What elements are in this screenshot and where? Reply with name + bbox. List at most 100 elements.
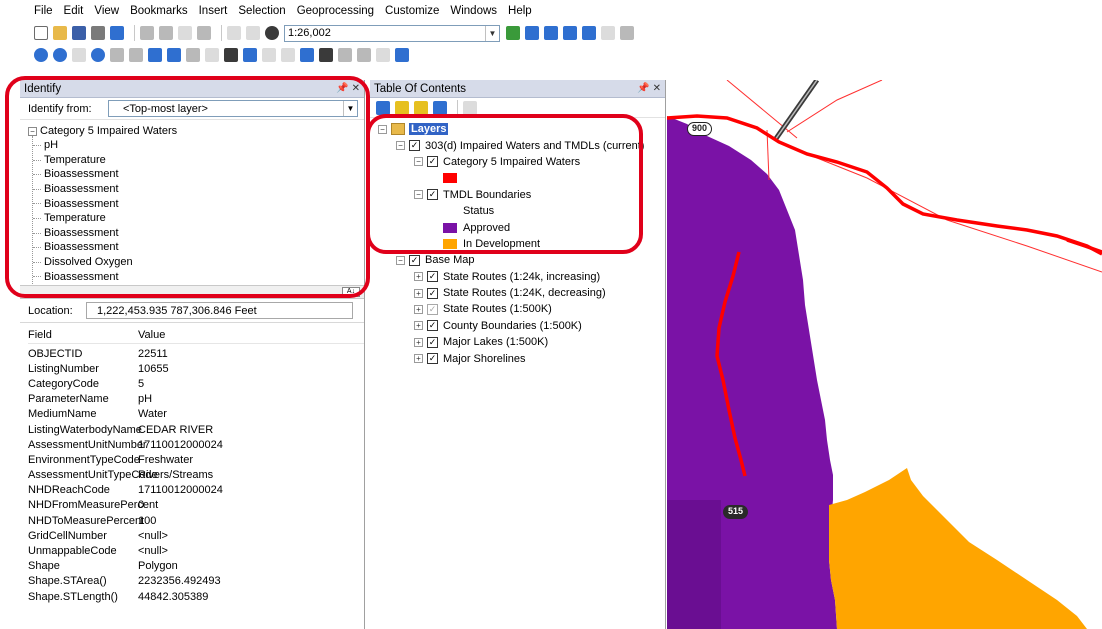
- attribute-row[interactable]: NHDToMeasurePercent 100: [28, 513, 364, 528]
- layer-checkbox[interactable]: ✓: [427, 287, 438, 299]
- expand-icon[interactable]: +: [414, 288, 423, 298]
- paste-icon[interactable]: [178, 26, 192, 40]
- attribute-row[interactable]: ParameterName pH: [28, 392, 364, 407]
- copy-icon[interactable]: [159, 26, 173, 40]
- location-value[interactable]: 1,222,453.935 787,306.846 Feet: [86, 302, 353, 319]
- toc-group-impaired-waters[interactable]: − ✓ 303(d) Impaired Waters and TMDLs (cu…: [370, 137, 665, 153]
- in-development-polygon[interactable]: [829, 468, 1087, 629]
- menu-item-insert[interactable]: Insert: [199, 5, 228, 17]
- menu-item-help[interactable]: Help: [508, 5, 532, 17]
- menu-item-customize[interactable]: Customize: [385, 5, 439, 17]
- attribute-row[interactable]: ListingWaterbodyName CEDAR RIVER: [28, 422, 364, 437]
- expand-icon[interactable]: +: [414, 304, 423, 314]
- expand-icon[interactable]: +: [414, 321, 423, 331]
- identify-icon[interactable]: [243, 48, 257, 62]
- scale-select[interactable]: 1:26,002 ▼: [284, 24, 500, 42]
- fixed-zoom-in-icon[interactable]: [110, 48, 124, 62]
- python-icon[interactable]: [601, 26, 615, 40]
- menu-item-bookmarks[interactable]: Bookmarks: [130, 5, 188, 17]
- attribute-row[interactable]: NHDFromMeasurePercent 0: [28, 498, 364, 513]
- tree-item[interactable]: Bioassessment: [28, 196, 364, 211]
- pin-icon[interactable]: 📌 ✕: [637, 83, 661, 94]
- tree-item[interactable]: Bioassessment: [28, 167, 364, 182]
- panel-splitter[interactable]: A↓: [20, 285, 364, 299]
- layer-checkbox[interactable]: ✓: [409, 254, 420, 266]
- sort-icon[interactable]: A↓: [342, 287, 360, 297]
- layer-checkbox[interactable]: ✓: [427, 156, 438, 168]
- tree-item[interactable]: Temperature: [28, 211, 364, 226]
- search-window-icon[interactable]: [563, 26, 577, 40]
- collapse-icon[interactable]: −: [28, 126, 37, 136]
- map-canvas[interactable]: [667, 80, 1102, 629]
- menu-item-selection[interactable]: Selection: [238, 5, 285, 17]
- map-view[interactable]: 900 515: [667, 80, 1102, 629]
- tree-item[interactable]: Bioassessment: [28, 226, 364, 241]
- delete-icon[interactable]: [197, 26, 211, 40]
- toc-base-layer[interactable]: + ✓ County Boundaries (1:500K): [370, 318, 665, 334]
- fixed-zoom-out-icon[interactable]: [129, 48, 143, 62]
- menu-item-view[interactable]: View: [94, 5, 119, 17]
- pan-icon[interactable]: [72, 48, 86, 62]
- list-by-visibility-icon[interactable]: [414, 100, 428, 115]
- editor-icon[interactable]: [506, 26, 520, 40]
- time-slider-icon[interactable]: [376, 48, 390, 62]
- toc-layer-category5[interactable]: − ✓ Category 5 Impaired Waters: [370, 154, 665, 170]
- measure-icon[interactable]: [300, 48, 314, 62]
- redo-icon[interactable]: [246, 26, 260, 40]
- diamond-icon[interactable]: [110, 26, 124, 40]
- attribute-row[interactable]: OBJECTID 22511: [28, 346, 364, 361]
- collapse-icon[interactable]: −: [378, 124, 387, 134]
- tree-item[interactable]: pH: [28, 138, 364, 153]
- list-by-drawing-order-icon[interactable]: [376, 100, 390, 115]
- hyperlink-icon[interactable]: [262, 48, 276, 62]
- toc-group-base-map[interactable]: − ✓ Base Map: [370, 252, 665, 268]
- select-elements-icon[interactable]: [224, 48, 238, 62]
- toc-base-layer[interactable]: + ✓ State Routes (1:24k, increasing): [370, 269, 665, 285]
- table-icon[interactable]: [525, 26, 539, 40]
- menu-item-geoprocessing[interactable]: Geoprocessing: [297, 5, 374, 17]
- tree-item[interactable]: Dissolved Oxygen: [28, 255, 364, 270]
- attribute-row[interactable]: CategoryCode 5: [28, 376, 364, 391]
- forward-extent-icon[interactable]: [167, 48, 181, 62]
- attribute-row[interactable]: GridCellNumber <null>: [28, 528, 364, 543]
- expand-icon[interactable]: +: [414, 354, 423, 364]
- expand-icon[interactable]: +: [414, 337, 423, 347]
- zoom-in-icon[interactable]: [34, 48, 48, 62]
- catalog-icon[interactable]: [544, 26, 558, 40]
- layer-checkbox[interactable]: ✓: [427, 353, 438, 365]
- toc-base-layer[interactable]: + ✓ Major Lakes (1:500K): [370, 334, 665, 350]
- collapse-icon[interactable]: −: [414, 190, 423, 200]
- layer-checkbox[interactable]: ✓: [427, 320, 438, 332]
- attribute-row[interactable]: Shape Polygon: [28, 559, 364, 574]
- pin-icon[interactable]: 📌 ✕: [336, 83, 360, 94]
- create-viewer-icon[interactable]: [395, 48, 409, 62]
- attribute-row[interactable]: NHDReachCode 17110012000024: [28, 483, 364, 498]
- attribute-row[interactable]: EnvironmentTypeCode Freshwater: [28, 452, 364, 467]
- chevron-down-icon[interactable]: ▼: [343, 101, 357, 116]
- toc-base-layer[interactable]: + ✓ Major Shorelines: [370, 350, 665, 366]
- collapse-icon[interactable]: −: [414, 157, 423, 167]
- toc-base-layer[interactable]: + ✓ State Routes (1:24K, decreasing): [370, 285, 665, 301]
- attribute-row[interactable]: ListingNumber 10655: [28, 361, 364, 376]
- html-popup-icon[interactable]: [281, 48, 295, 62]
- attribute-row[interactable]: Shape.STArea() 2232356.492493: [28, 574, 364, 589]
- toc-base-layer[interactable]: + ✓ State Routes (1:500K): [370, 301, 665, 317]
- go-to-xy-icon[interactable]: [357, 48, 371, 62]
- menu-item-edit[interactable]: Edit: [64, 5, 84, 17]
- expand-icon[interactable]: +: [414, 272, 423, 282]
- identify-layer-select[interactable]: <Top-most layer> ▼: [108, 100, 358, 117]
- attribute-row[interactable]: AssessmentUnitTypeCode Rivers/Streams: [28, 468, 364, 483]
- back-extent-icon[interactable]: [148, 48, 162, 62]
- zoom-out-icon[interactable]: [53, 48, 67, 62]
- print-icon[interactable]: [91, 26, 105, 40]
- tree-root-node[interactable]: − Category 5 Impaired Waters: [28, 124, 364, 138]
- collapse-icon[interactable]: −: [396, 141, 405, 151]
- collapse-icon[interactable]: −: [396, 255, 405, 265]
- find-route-icon[interactable]: [338, 48, 352, 62]
- new-doc-icon[interactable]: [34, 26, 48, 40]
- attribute-row[interactable]: MediumName Water: [28, 407, 364, 422]
- layer-checkbox[interactable]: ✓: [427, 271, 438, 283]
- list-by-selection-icon[interactable]: [433, 100, 447, 115]
- attribute-row[interactable]: AssessmentUnitNumber 17110012000024: [28, 437, 364, 452]
- modelbuilder-icon[interactable]: [620, 26, 634, 40]
